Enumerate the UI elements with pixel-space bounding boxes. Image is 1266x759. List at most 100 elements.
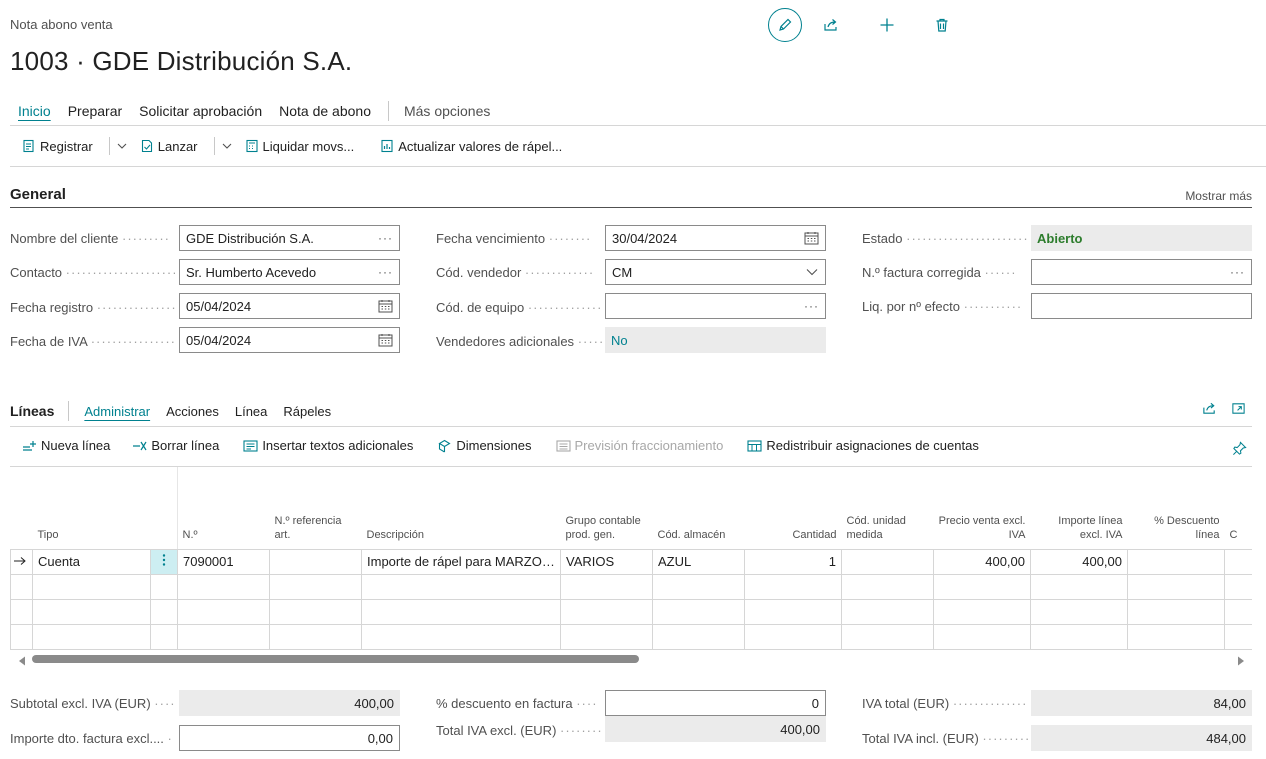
calendar-icon[interactable]: [804, 231, 819, 245]
update-rebates-button[interactable]: Actualizar valores de rápel...: [380, 139, 562, 154]
cell-truncated[interactable]: [1224, 548, 1252, 575]
pin-action-bar-button[interactable]: [1229, 438, 1249, 458]
settle-entries-button[interactable]: Liquidar movs...: [245, 138, 355, 154]
table-row[interactable]: Cuenta 7090001 Importe de rápel para MAR…: [10, 548, 1252, 575]
cell-uom[interactable]: [841, 548, 934, 575]
register-button[interactable]: Registrar: [22, 139, 93, 154]
column-header-ref-no[interactable]: N.º referencia art.: [270, 467, 362, 549]
total-excl-label: Total IVA excl. (EUR) ·········: [436, 723, 602, 738]
vat-date-field[interactable]: 05/04/2024: [179, 327, 400, 353]
table-row[interactable]: [10, 573, 1252, 600]
row-actions-button[interactable]: [150, 548, 178, 575]
column-header-no[interactable]: N.º: [178, 467, 270, 549]
table-row[interactable]: [10, 598, 1252, 625]
cell-description[interactable]: Importe de rápel para MARZO - ...: [361, 548, 561, 575]
post-document-icon: [23, 139, 34, 153]
lines-share-button[interactable]: [1199, 398, 1219, 418]
launch-label: Lanzar: [157, 138, 198, 154]
lines-tab-administrar[interactable]: Administrar: [84, 404, 150, 419]
share-button[interactable]: [821, 15, 841, 35]
corrected-invoice-field[interactable]: ···: [1031, 259, 1252, 285]
dimensions-button[interactable]: Dimensiones: [437, 438, 532, 453]
salesperson-select[interactable]: CM: [605, 259, 826, 285]
team-field[interactable]: ···: [605, 293, 826, 319]
tab-inicio[interactable]: Inicio: [18, 103, 51, 119]
edit-button[interactable]: [768, 8, 802, 42]
cell-ref-no[interactable]: [269, 548, 362, 575]
column-header-gen-prod-group[interactable]: Grupo contable prod. gen.: [561, 467, 653, 549]
invoice-discount-amount-field[interactable]: 0,00: [179, 725, 400, 751]
tab-nota-de-abono[interactable]: Nota de abono: [279, 103, 371, 119]
register-dropdown[interactable]: [116, 140, 128, 152]
lookup-ellipsis-icon[interactable]: ···: [804, 299, 819, 313]
new-button[interactable]: [877, 15, 897, 35]
show-more-link[interactable]: Mostrar más: [1185, 189, 1252, 203]
column-header-quantity[interactable]: Cantidad: [745, 467, 842, 549]
column-header-discount[interactable]: % Descuento línea: [1128, 467, 1225, 549]
delete-line-button[interactable]: Borrar línea: [132, 438, 219, 453]
launch-dropdown[interactable]: [221, 140, 233, 152]
settle-by-doc-field[interactable]: [1031, 293, 1252, 319]
general-section-divider: [10, 207, 1252, 208]
due-date-field[interactable]: 30/04/2024: [605, 225, 826, 251]
insert-texts-button[interactable]: Insertar textos adicionales: [243, 438, 413, 453]
column-header-truncated[interactable]: C: [1225, 467, 1253, 549]
cell-gen-prod-group[interactable]: VARIOS: [560, 548, 653, 575]
settle-entries-label: Liquidar movs...: [262, 138, 355, 154]
forecast-icon: [555, 439, 571, 452]
dimensions-icon: [438, 439, 451, 452]
lines-tab-linea[interactable]: Línea: [235, 404, 268, 419]
column-header-uom[interactable]: Cód. unidad medida: [842, 467, 934, 549]
cell-discount[interactable]: [1127, 548, 1225, 575]
cell-location[interactable]: AZUL: [652, 548, 745, 575]
cell-unit-price[interactable]: 400,00: [933, 548, 1031, 575]
status-field: Abierto: [1031, 225, 1252, 251]
lookup-ellipsis-icon[interactable]: ···: [378, 265, 393, 279]
column-header-unit-price[interactable]: Precio venta excl. IVA: [934, 467, 1031, 549]
subtotal-value: 400,00: [179, 690, 400, 716]
status-label: Estado ··························: [862, 231, 1028, 246]
scroll-left-button[interactable]: [18, 654, 26, 669]
invoice-discount-pct-field[interactable]: 0: [605, 690, 826, 716]
cell-type[interactable]: Cuenta: [32, 548, 151, 575]
scroll-right-button[interactable]: [1237, 654, 1245, 669]
posting-date-field[interactable]: 05/04/2024: [179, 293, 400, 319]
new-line-button[interactable]: Nueva línea: [22, 438, 110, 453]
corrected-invoice-label: N.º factura corregida ······: [862, 265, 1017, 280]
chevron-down-icon[interactable]: [805, 265, 819, 279]
customer-name-field[interactable]: GDE Distribución S.A. ···: [179, 225, 400, 251]
settle-by-doc-label: Liq. por nº efecto ···········: [862, 299, 1023, 314]
column-header-type[interactable]: Tipo: [33, 467, 151, 549]
calendar-icon[interactable]: [378, 333, 393, 347]
lines-tab-acciones[interactable]: Acciones: [166, 404, 219, 419]
column-header-line-amount[interactable]: Importe línea excl. IVA: [1031, 467, 1128, 549]
cell-quantity[interactable]: 1: [744, 548, 842, 575]
lines-expand-button[interactable]: [1228, 398, 1248, 418]
split-forecast-button[interactable]: Previsión fraccionamiento: [555, 438, 723, 453]
tab-preparar[interactable]: Preparar: [68, 103, 122, 119]
table-row[interactable]: [10, 623, 1252, 650]
invoice-discount-pct-label: % descuento en factura ····: [436, 696, 598, 711]
report-icon: [381, 139, 393, 153]
cell-no[interactable]: 7090001: [177, 548, 270, 575]
lines-menu-separator: [10, 426, 1252, 427]
total-excl-value: 400,00: [605, 716, 826, 742]
extra-salespeople-field[interactable]: No: [605, 327, 826, 353]
redistribute-button[interactable]: Redistribuir asignaciones de cuentas: [747, 438, 979, 453]
lines-grid: Tipo N.º N.º referencia art. Descripción…: [10, 467, 1252, 650]
lookup-ellipsis-icon[interactable]: ···: [378, 231, 393, 245]
delete-button[interactable]: [932, 15, 952, 35]
pin-icon: [1232, 440, 1247, 455]
horizontal-scrollbar-thumb[interactable]: [32, 655, 639, 663]
launch-button[interactable]: Lanzar: [140, 139, 198, 154]
column-header-description[interactable]: Descripción: [362, 467, 561, 549]
lines-tab-rapeles[interactable]: Rápeles: [283, 404, 331, 419]
contact-field[interactable]: Sr. Humberto Acevedo ···: [179, 259, 400, 285]
column-header-location[interactable]: Cód. almacén: [653, 467, 745, 549]
menu-separator: [10, 125, 1266, 126]
tab-solicitar-aprobacion[interactable]: Solicitar aprobación: [139, 103, 262, 119]
calendar-icon[interactable]: [378, 299, 393, 313]
more-options-button[interactable]: Más opciones: [404, 103, 490, 119]
cell-line-amount[interactable]: 400,00: [1030, 548, 1128, 575]
lookup-ellipsis-icon[interactable]: ···: [1230, 265, 1245, 279]
